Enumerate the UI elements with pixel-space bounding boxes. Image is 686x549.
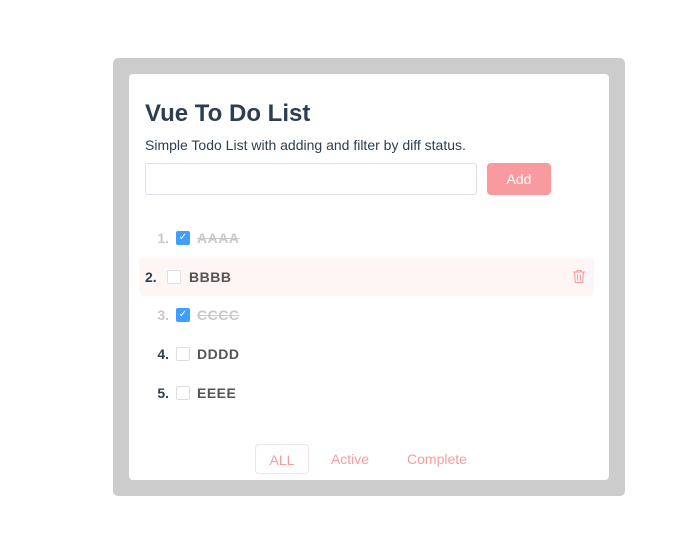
todo-card: Vue To Do List Simple Todo List with add… (129, 74, 609, 480)
todo-checkbox[interactable]: ✓ (176, 308, 190, 323)
todo-text: AAAA (197, 230, 240, 246)
checkmark-icon: ✓ (178, 309, 188, 321)
todo-text: CCCC (197, 307, 240, 324)
add-button[interactable]: Add (487, 163, 551, 195)
page-subtitle: Simple Todo List with adding and filter … (145, 137, 466, 153)
todo-item[interactable]: 3. ✓ CCCC (139, 296, 594, 334)
todo-checkbox[interactable] (167, 269, 181, 284)
todo-text: DDDD (197, 346, 240, 363)
filter-active[interactable]: Active (317, 444, 383, 474)
trash-icon[interactable] (572, 269, 586, 284)
todo-number: 2. (145, 268, 157, 285)
filter-complete[interactable]: Complete (395, 444, 479, 474)
todo-text: BBBB (189, 268, 232, 285)
checkmark-icon: ✓ (178, 232, 188, 243)
todo-item[interactable]: 5. EEEE (139, 374, 594, 412)
todo-item[interactable]: 4. DDDD (139, 335, 594, 373)
todo-number: 3. (157, 307, 169, 324)
todo-checkbox[interactable]: ✓ (176, 231, 190, 245)
filter-all[interactable]: ALL (255, 444, 309, 474)
app-frame: Vue To Do List Simple Todo List with add… (113, 58, 625, 496)
todo-text: EEEE (197, 384, 237, 401)
todo-checkbox[interactable] (176, 385, 190, 400)
todo-number: 4. (157, 346, 169, 363)
todo-list: 1. ✓ AAAA 2. BBBB 3. ✓ CCCC 4. DDDD 5. E… (139, 219, 594, 412)
todo-number: 5. (157, 384, 169, 401)
todo-checkbox[interactable] (176, 347, 190, 362)
todo-item[interactable]: 1. ✓ AAAA (139, 219, 594, 257)
todo-item[interactable]: 2. BBBB (139, 257, 594, 296)
todo-number: 1. (157, 230, 169, 246)
page-title: Vue To Do List (145, 100, 311, 127)
new-todo-input[interactable] (145, 163, 477, 195)
